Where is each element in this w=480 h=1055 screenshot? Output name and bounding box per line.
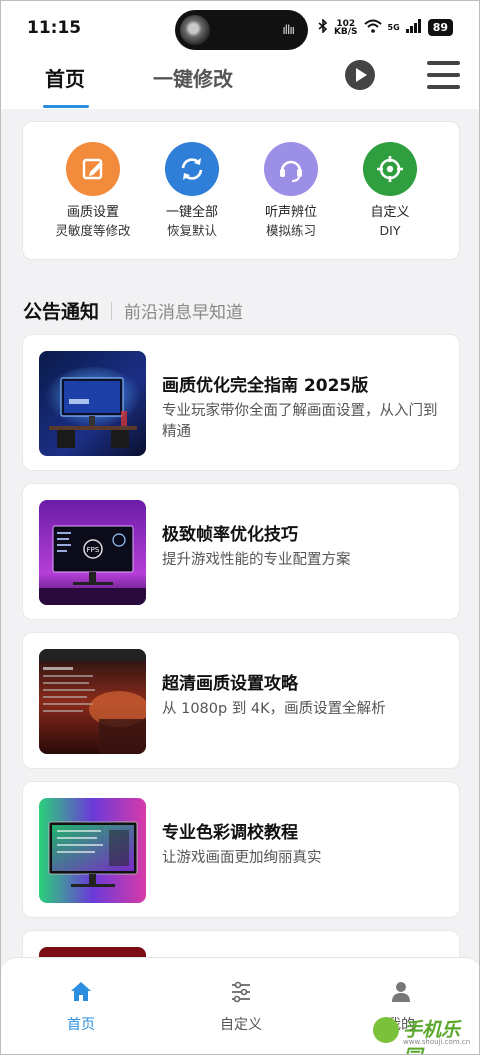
article-thumbnail-settings-menu [39, 649, 146, 754]
app-screen: 11:15 ıllıı 102 KB/S 5G 89 首页 一键修改 画质设置 … [0, 0, 480, 1055]
refresh-icon [165, 142, 219, 196]
tab-one-click-modify[interactable]: 一键修改 [153, 63, 233, 92]
article-desc: 提升游戏性能的专业配置方案 [162, 552, 351, 568]
notice-header: 公告通知 前沿消息早知道 [23, 297, 243, 324]
quick-action-sub: DIY [379, 223, 401, 238]
quick-action-sound[interactable]: 听声辨位 模拟练习 [241, 142, 341, 239]
menu-icon[interactable] [427, 61, 460, 89]
user-icon [392, 982, 410, 1002]
article-title: 极致帧率优化技巧 [162, 525, 298, 545]
article-thumbnail-color-monitor [39, 798, 146, 903]
quick-action-label: 自定义 [370, 205, 410, 220]
net-rate-unit: KB/S [333, 26, 358, 37]
article-desc: 专业玩家带你全面了解画面设置，从入门到精通 [162, 403, 438, 440]
article-card[interactable]: 超清画质设置攻略 从 1080p 到 4K，画质设置全解析 [22, 632, 460, 769]
audio-wave-icon: ıllıı [282, 23, 295, 37]
notice-subtitle: 前沿消息早知道 [124, 303, 244, 323]
article-card[interactable]: 专业色彩调校教程 让游戏画面更加绚丽真实 [22, 781, 460, 918]
status-time: 11:15 [27, 18, 82, 38]
quick-action-sub: 模拟练习 [265, 223, 316, 238]
camera-icon [180, 15, 210, 45]
fps-label: FPS [87, 546, 100, 554]
quick-action-sub: 恢复默认 [166, 223, 217, 238]
watermark-url: www.shouji.com.cn [403, 1038, 471, 1046]
article-thumbnail-desk-setup [39, 351, 146, 456]
article-card[interactable]: 画质优化完全指南 2025版 专业玩家带你全面了解画面设置，从入门到精通 [22, 334, 460, 471]
article-title: 专业色彩调校教程 [162, 823, 298, 843]
article-title: 超清画质设置攻略 [162, 674, 298, 694]
status-icons: 102 KB/S 5G 89 [318, 18, 453, 37]
edit-icon [66, 142, 120, 196]
article-title: 画质优化完全指南 2025版 [162, 376, 369, 396]
notice-title: 公告通知 [23, 301, 100, 323]
watermark-logo: 手机乐园 www.shouji.com.cn [373, 1013, 473, 1054]
net-rate: 102 KB/S [333, 19, 358, 37]
bottom-nav-custom[interactable]: 自定义 [191, 980, 291, 1034]
status-bar: 11:15 ıllıı 102 KB/S 5G 89 [1, 1, 479, 57]
article-desc: 从 1080p 到 4K，画质设置全解析 [162, 701, 386, 717]
quick-action-label: 画质设置 [66, 205, 119, 220]
dynamic-island: ıllıı [175, 10, 308, 50]
tab-home[interactable]: 首页 [43, 63, 89, 108]
headset-icon [264, 142, 318, 196]
article-thumbnail-fps-monitor: FPS [39, 500, 146, 605]
bluetooth-icon [318, 18, 328, 36]
signal-label: 5G [387, 23, 400, 32]
quick-action-restore[interactable]: 一键全部 恢复默认 [142, 142, 242, 239]
signal-icon [405, 19, 422, 36]
bottom-nav-home[interactable]: 首页 [31, 980, 131, 1034]
watermark-icon [373, 1017, 399, 1043]
home-icon [71, 982, 91, 1001]
bottom-nav-label: 自定义 [220, 1017, 262, 1033]
article-desc: 让游戏画面更加绚丽真实 [162, 850, 322, 866]
quick-actions-card: 画质设置 灵敏度等修改 一键全部 恢复默认 听声辨位 模拟练习 自定义 DIY [22, 121, 460, 260]
article-card[interactable]: FPS 极致帧率优化技巧 提升游戏性能的专业配置方案 [22, 483, 460, 620]
divider [111, 301, 113, 320]
crosshair-icon [363, 142, 417, 196]
sliders-icon [232, 981, 250, 1003]
quick-action-quality[interactable]: 画质设置 灵敏度等修改 [43, 142, 143, 239]
quick-action-diy[interactable]: 自定义 DIY [340, 142, 440, 239]
watermark-text: 手机乐园 [403, 1019, 461, 1054]
bottom-nav-label: 首页 [67, 1017, 95, 1033]
quick-action-sub: 灵敏度等修改 [55, 223, 131, 238]
quick-action-label: 听声辨位 [264, 205, 317, 220]
top-nav: 首页 一键修改 [1, 57, 479, 109]
play-icon[interactable] [345, 60, 375, 90]
wifi-icon [363, 19, 382, 36]
quick-action-label: 一键全部 [165, 205, 218, 220]
battery-icon: 89 [427, 19, 453, 36]
